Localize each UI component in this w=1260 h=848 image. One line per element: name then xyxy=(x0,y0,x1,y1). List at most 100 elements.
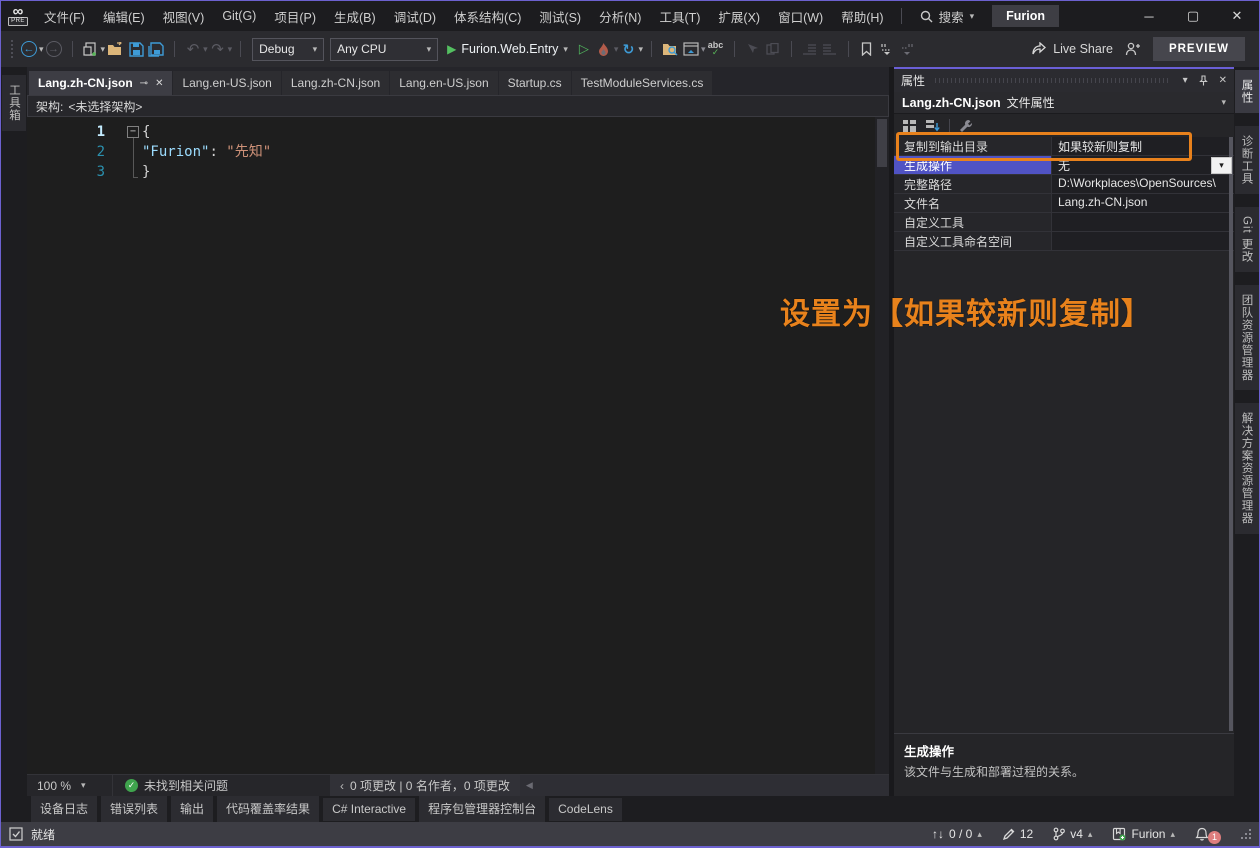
navigate-forward-button[interactable]: → xyxy=(44,37,64,61)
property-row-custom-tool[interactable]: 自定义工具 xyxy=(894,213,1234,232)
feedback-person-icon[interactable] xyxy=(1125,42,1141,56)
git-branch-status[interactable]: v4 ▴ xyxy=(1053,827,1092,841)
pin-icon[interactable]: ⊸ xyxy=(140,78,148,89)
undo-button[interactable]: ↶ xyxy=(183,37,203,61)
redo-button[interactable]: ↷ xyxy=(208,37,228,61)
code-editor[interactable]: 1 − { 2 "Furion" : "先知" 3 } xyxy=(27,117,889,774)
sync-caret-icon[interactable]: ▾ xyxy=(701,44,706,55)
editor-vertical-scrollbar[interactable] xyxy=(875,117,889,774)
notifications-button[interactable]: 1 xyxy=(1195,825,1221,844)
sidebar-tab-toolbox[interactable]: 工具箱 xyxy=(2,75,26,131)
menu-project[interactable]: 项目(P) xyxy=(265,1,325,31)
menu-view[interactable]: 视图(V) xyxy=(154,1,214,31)
property-row-custom-tool-namespace[interactable]: 自定义工具命名空间 xyxy=(894,232,1234,251)
search-value-furion[interactable]: Furion xyxy=(992,5,1059,27)
start-without-debugging-button[interactable]: ▷ xyxy=(574,37,594,61)
menu-architecture[interactable]: 体系结构(C) xyxy=(445,1,530,31)
sidebar-tab-git-changes[interactable]: Git 更改 xyxy=(1235,207,1259,272)
property-row-build-action[interactable]: 生成操作 无 xyxy=(894,156,1234,175)
code-health-indicator[interactable]: ✓ 未找到相关问题 xyxy=(113,777,240,794)
back-caret-icon[interactable]: ▾ xyxy=(39,44,44,55)
pin-panel-icon[interactable] xyxy=(1198,75,1209,86)
scrollbar-thumb[interactable] xyxy=(877,119,887,167)
tab-codelens[interactable]: CodeLens xyxy=(549,798,622,821)
restart-caret-icon[interactable]: ▾ xyxy=(638,44,643,55)
codelens-changes[interactable]: ‹ 0 项更改 | 0 名作者，0 项更改 xyxy=(330,775,520,796)
tab-lang-en-us-2[interactable]: Lang.en-US.json xyxy=(390,71,497,95)
properties-titlebar[interactable]: 属性 ▾ ✕ xyxy=(894,69,1234,92)
hot-reload-button[interactable] xyxy=(594,37,614,61)
editor-horizontal-scrollbar[interactable]: ◀ xyxy=(520,775,889,796)
tab-error-list[interactable]: 错误列表 xyxy=(101,796,167,822)
menu-window[interactable]: 窗口(W) xyxy=(769,1,832,31)
menu-analyze[interactable]: 分析(N) xyxy=(590,1,650,31)
menu-git[interactable]: Git(G) xyxy=(213,1,265,31)
preview-button[interactable]: PREVIEW xyxy=(1153,37,1245,61)
close-button[interactable]: ✕ xyxy=(1215,1,1259,31)
tab-csharp-interactive[interactable]: C# Interactive xyxy=(323,798,415,821)
build-action-dropdown-button[interactable]: ▾ xyxy=(1211,157,1232,174)
menu-tools[interactable]: 工具(T) xyxy=(650,1,709,31)
navigate-back-button[interactable]: ← xyxy=(19,37,39,61)
pending-edits-status[interactable]: 12 xyxy=(1002,827,1033,841)
uncomment-button[interactable] xyxy=(763,37,783,61)
tab-lang-zh-cn-2[interactable]: Lang.zh-CN.json xyxy=(282,71,389,95)
tab-device-log[interactable]: 设备日志 xyxy=(31,796,97,822)
sidebar-tab-diagnostic-tools[interactable]: 诊断工具 xyxy=(1235,126,1259,194)
menu-help[interactable]: 帮助(H) xyxy=(832,1,892,31)
save-all-button[interactable] xyxy=(146,37,166,61)
tab-testmoduleservices-cs[interactable]: TestModuleServices.cs xyxy=(572,71,713,95)
bookmark-next-button[interactable] xyxy=(897,37,917,61)
comment-button[interactable] xyxy=(743,37,763,61)
solution-platform-combo[interactable]: Any CPU ▾ xyxy=(330,38,438,61)
panel-menu-caret-icon[interactable]: ▾ xyxy=(1183,75,1188,86)
menu-test[interactable]: 测试(S) xyxy=(530,1,590,31)
zoom-level-combo[interactable]: 100 % ▾ xyxy=(27,775,113,796)
architecture-bar[interactable]: 架构: <未选择架构> xyxy=(27,95,889,117)
close-tab-icon[interactable]: ✕ xyxy=(155,78,163,89)
solution-explorer-sync-button[interactable] xyxy=(681,37,701,61)
tab-code-coverage[interactable]: 代码覆盖率结果 xyxy=(217,796,319,822)
categorized-view-icon[interactable] xyxy=(902,119,917,133)
fold-collapse-icon[interactable]: − xyxy=(127,126,139,138)
scroll-left-icon[interactable]: ◀ xyxy=(526,780,533,791)
toolbar-grip[interactable] xyxy=(11,40,13,58)
start-debugging-button[interactable]: ▶ Furion.Web.Entry ▾ xyxy=(447,42,568,56)
save-button[interactable] xyxy=(126,37,146,61)
tab-lang-zh-cn-active[interactable]: Lang.zh-CN.json ⊸ ✕ xyxy=(29,71,172,95)
tab-output[interactable]: 输出 xyxy=(171,796,213,822)
git-repository-status[interactable]: Furion ▴ xyxy=(1112,827,1175,841)
tab-lang-en-us[interactable]: Lang.en-US.json xyxy=(173,71,280,95)
menu-build[interactable]: 生成(B) xyxy=(325,1,385,31)
decrease-indent-button[interactable] xyxy=(800,37,820,61)
sidebar-tab-properties[interactable]: 属性 xyxy=(1235,70,1259,113)
menu-edit[interactable]: 编辑(E) xyxy=(94,1,154,31)
property-pages-wrench-icon[interactable] xyxy=(958,119,973,133)
new-project-button[interactable] xyxy=(81,37,101,61)
search-control[interactable]: 搜索 ▾ xyxy=(910,1,985,31)
increase-indent-button[interactable] xyxy=(820,37,840,61)
maximize-button[interactable]: ▢ xyxy=(1171,1,1215,31)
git-sync-status[interactable]: ↑↓ 0 / 0 ▴ xyxy=(932,827,982,841)
undo-caret-icon[interactable]: ▾ xyxy=(203,44,208,55)
bookmark-prev-button[interactable] xyxy=(877,37,897,61)
property-grid-scrollbar[interactable] xyxy=(1229,137,1233,731)
tab-startup-cs[interactable]: Startup.cs xyxy=(499,71,571,95)
properties-object-selector[interactable]: Lang.zh-CN.json 文件属性 ▾ xyxy=(894,92,1234,114)
solution-configuration-combo[interactable]: Debug ▾ xyxy=(252,38,324,61)
sidebar-tab-team-explorer[interactable]: 团队资源管理器 xyxy=(1235,285,1259,391)
alphabetical-sort-icon[interactable] xyxy=(925,119,941,133)
tab-package-manager-console[interactable]: 程序包管理器控制台 xyxy=(419,796,545,822)
toggle-bookmark-button[interactable] xyxy=(857,37,877,61)
close-panel-icon[interactable]: ✕ xyxy=(1219,75,1227,86)
spell-check-button[interactable]: abc ✓ xyxy=(706,37,726,61)
menu-file[interactable]: 文件(F) xyxy=(35,1,94,31)
menu-extensions[interactable]: 扩展(X) xyxy=(709,1,769,31)
sidebar-tab-solution-explorer[interactable]: 解决方案资源管理器 xyxy=(1235,403,1259,534)
find-in-files-button[interactable] xyxy=(660,37,681,61)
minimize-button[interactable]: ─ xyxy=(1127,1,1171,31)
open-file-button[interactable] xyxy=(105,37,126,61)
restart-application-button[interactable]: ↻ xyxy=(618,37,638,61)
property-row-copy-to-output[interactable]: 复制到输出目录 如果较新则复制 xyxy=(894,137,1234,156)
menu-debug[interactable]: 调试(D) xyxy=(385,1,445,31)
